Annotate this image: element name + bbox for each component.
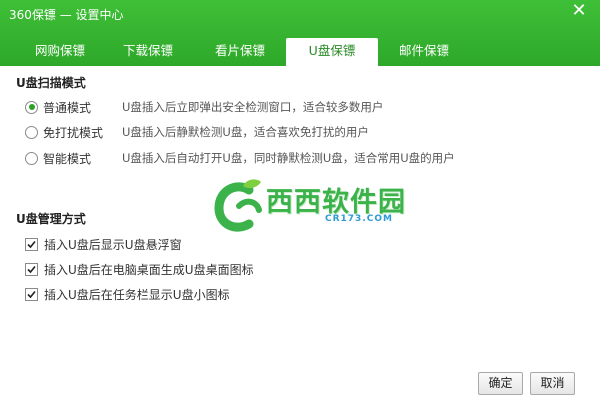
checkbox-label: 插入U盘后显示U盘悬浮窗	[44, 237, 182, 252]
checkmark-icon	[27, 240, 36, 248]
tab-usb-guard[interactable]: U盘保镖	[286, 38, 378, 66]
cancel-button[interactable]: 取消	[530, 372, 575, 395]
close-icon[interactable]: ✕	[570, 0, 588, 22]
radio-dnd-mode[interactable]: 免打扰模式 U盘插入后静默检测U盘，适合喜欢免打扰的用户	[25, 124, 369, 140]
ok-button[interactable]: 确定	[478, 372, 523, 395]
scan-mode-heading: U盘扫描模式	[16, 76, 86, 90]
tab-video-guard[interactable]: 看片保镖	[194, 38, 286, 66]
radio-label: 普通模式	[43, 100, 92, 115]
radio-normal-mode[interactable]: 普通模式 U盘插入后立即弹出安全检测窗口，适合较多数用户	[25, 99, 383, 115]
radio-button[interactable]	[25, 151, 38, 165]
watermark-subtext: CR173.COM	[325, 214, 393, 224]
radio-description: U盘插入后立即弹出安全检测窗口，适合较多数用户	[122, 100, 384, 114]
checkbox[interactable]	[25, 237, 38, 251]
tab-download-guard[interactable]: 下载保镖	[102, 38, 194, 66]
checkbox[interactable]	[25, 262, 38, 276]
checkbox-float-window[interactable]: 插入U盘后显示U盘悬浮窗	[25, 236, 182, 252]
title-bar: 360保镖 — 设置中心 ✕ 网购保镖 下载保镖 看片保镖 U盘保镖 邮件保镖	[0, 0, 600, 66]
checkbox-label: 插入U盘后在电脑桌面生成U盘桌面图标	[44, 262, 254, 277]
checkbox-desktop-icon[interactable]: 插入U盘后在电脑桌面生成U盘桌面图标	[25, 261, 254, 277]
radio-description: U盘插入后静默检测U盘，适合喜欢免打扰的用户	[122, 125, 369, 139]
manage-mode-heading: U盘管理方式	[16, 212, 86, 226]
tab-bar: 网购保镖 下载保镖 看片保镖 U盘保镖 邮件保镖	[0, 38, 600, 66]
leaf-logo-icon	[214, 179, 262, 232]
window-title: 360保镖 — 设置中心	[9, 8, 124, 22]
checkbox[interactable]	[25, 287, 38, 301]
radio-button[interactable]	[25, 100, 38, 114]
tab-shopping-guard[interactable]: 网购保镖	[18, 38, 102, 66]
settings-panel: U盘扫描模式 普通模式 U盘插入后立即弹出安全检测窗口，适合较多数用户 免打扰模…	[0, 66, 600, 400]
checkmark-icon	[27, 265, 36, 273]
checkbox-taskbar-icon[interactable]: 插入U盘后在任务栏显示U盘小图标	[25, 286, 230, 302]
radio-label: 智能模式	[43, 151, 92, 166]
radio-smart-mode[interactable]: 智能模式 U盘插入后自动打开U盘，同时静默检测U盘，适合常用U盘的用户	[25, 150, 455, 166]
radio-label: 免打扰模式	[43, 125, 104, 140]
checkbox-label: 插入U盘后在任务栏显示U盘小图标	[44, 287, 230, 302]
radio-description: U盘插入后自动打开U盘，同时静默检测U盘，适合常用U盘的用户	[122, 151, 455, 165]
tab-mail-guard[interactable]: 邮件保镖	[378, 38, 470, 66]
checkmark-icon	[27, 290, 36, 298]
radio-button[interactable]	[25, 125, 38, 139]
watermark-logo: 西西软件园 CR173.COM	[213, 176, 405, 236]
